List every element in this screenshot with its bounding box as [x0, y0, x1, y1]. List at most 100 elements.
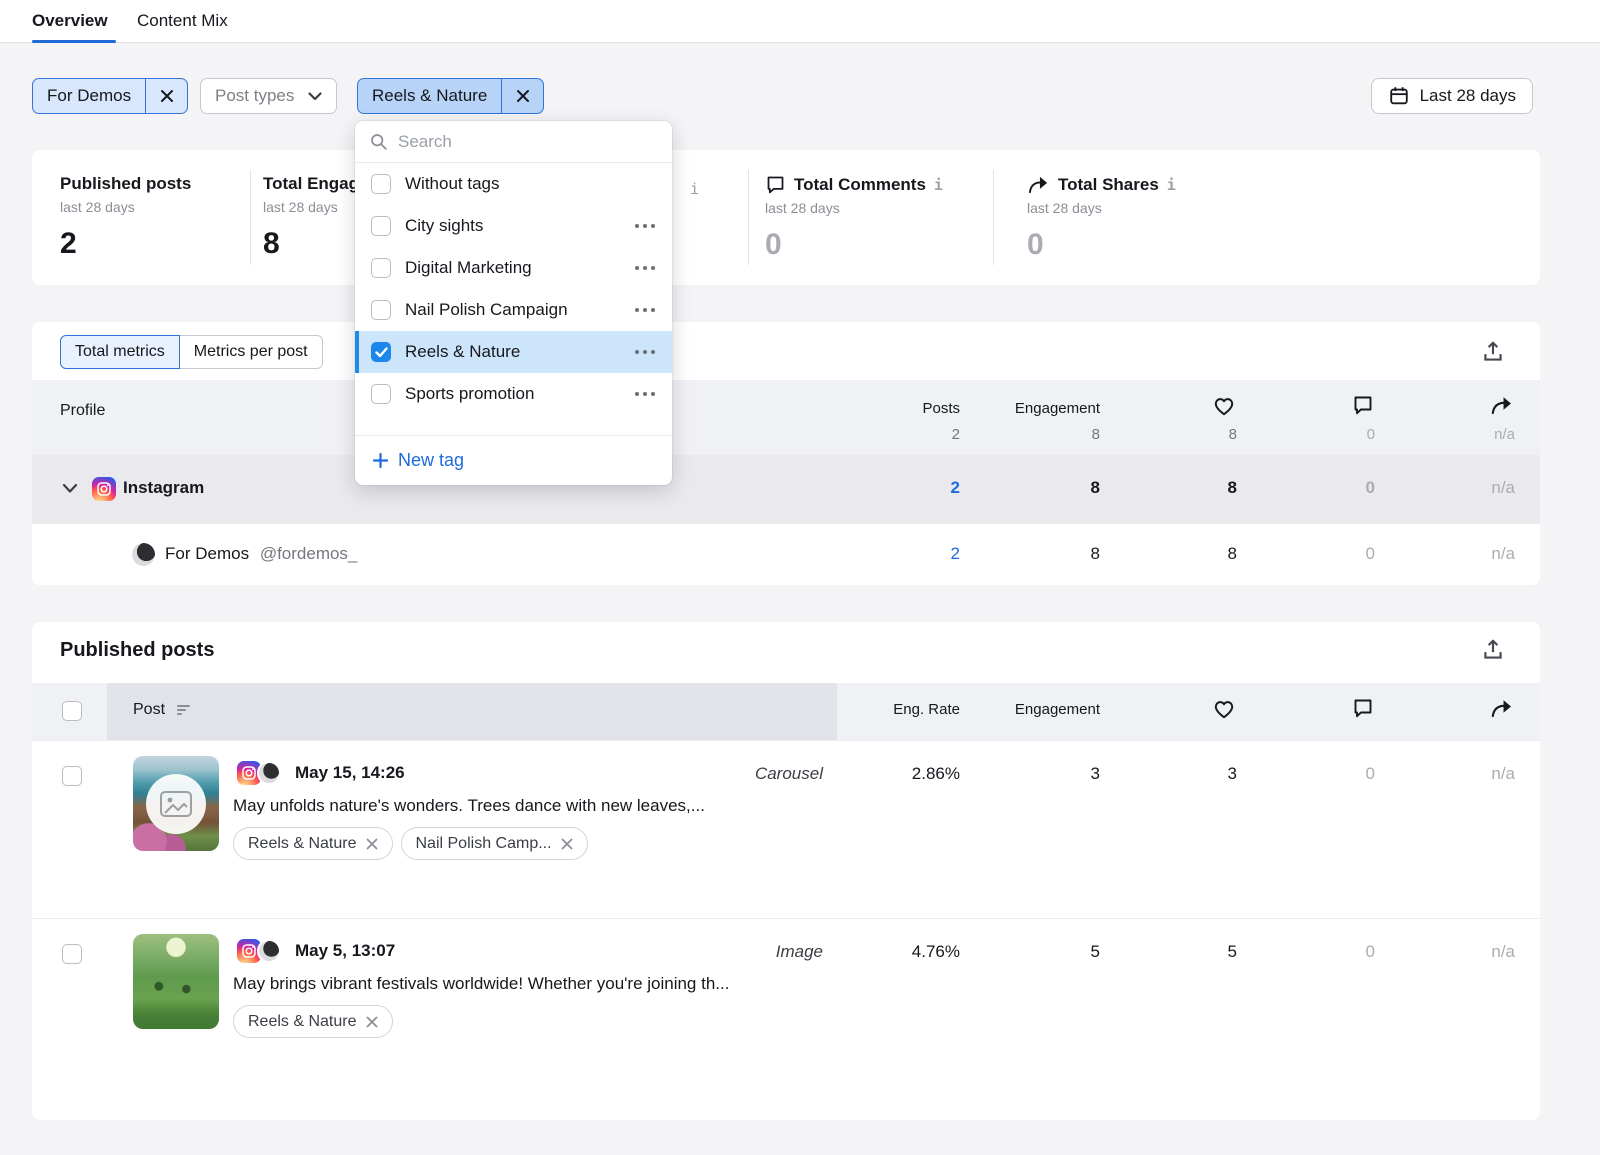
post-tags: Reels & Nature [233, 1005, 393, 1038]
comments-column-header[interactable] [1245, 393, 1375, 422]
avatar [257, 761, 281, 785]
engagement-total: 8 [970, 426, 1100, 443]
checkbox-unchecked[interactable] [371, 300, 391, 320]
export-icon[interactable] [1480, 339, 1506, 365]
checkbox-unchecked[interactable] [371, 216, 391, 236]
stat-title: Published posts [60, 174, 191, 194]
tag-pill: Reels & Nature [233, 827, 393, 860]
engagement-value: 8 [970, 544, 1100, 564]
more-options-icon[interactable] [634, 307, 656, 313]
post-date: May 15, 14:26 [295, 763, 405, 783]
date-range-button[interactable]: Last 28 days [1371, 78, 1533, 114]
likes-column-header[interactable] [1107, 696, 1237, 725]
post-checkbox[interactable] [62, 766, 82, 786]
metrics-toggle: Total metrics Metrics per post [60, 335, 323, 369]
remove-tag-icon[interactable] [366, 838, 378, 850]
post-types-dropdown[interactable]: Post types [200, 78, 337, 114]
close-icon [160, 89, 174, 103]
new-tag-button[interactable]: New tag [355, 435, 672, 485]
calendar-icon [1388, 85, 1410, 107]
stat-total-shares: Total Shares i last 28 days 0 [1027, 174, 1176, 262]
close-icon [516, 89, 530, 103]
posts-count-link[interactable]: 2 [830, 544, 960, 564]
avatar [132, 543, 155, 566]
share-icon [1027, 174, 1050, 195]
post-thumbnail[interactable] [133, 756, 219, 851]
comments-value: 0 [1245, 764, 1375, 784]
tag-pill-label: Nail Polish Camp... [416, 835, 552, 853]
dropdown-item-city-sights[interactable]: City sights [355, 205, 672, 247]
post-row[interactable]: May 5, 13:07 Image May brings vibrant fe… [32, 918, 1540, 1095]
tag-pill: Reels & Nature [233, 1005, 393, 1038]
checkbox-checked[interactable] [371, 342, 391, 362]
select-all-checkbox[interactable] [62, 701, 82, 721]
tag-pill-label: Reels & Nature [248, 835, 357, 853]
toggle-metrics-per-post[interactable]: Metrics per post [180, 335, 323, 369]
comments-column-header[interactable] [1245, 696, 1375, 725]
table-row-profile[interactable]: For Demos @fordemos_ 2 8 8 0 n/a [32, 523, 1540, 585]
search-input[interactable] [398, 132, 638, 152]
dropdown-item-label: City sights [405, 216, 483, 236]
stat-title-text: Total Shares [1058, 175, 1159, 195]
more-options-icon[interactable] [634, 265, 656, 271]
profile-filter-remove-button[interactable] [145, 79, 187, 113]
posts-column-header[interactable]: Posts [830, 400, 960, 417]
more-options-icon[interactable] [634, 223, 656, 229]
more-options-icon[interactable] [634, 391, 656, 397]
tag-pill: Nail Polish Camp... [401, 827, 588, 860]
post-row[interactable]: May 15, 14:26 Carousel May unfolds natur… [32, 740, 1540, 918]
plus-icon [373, 453, 388, 468]
profile-filter-chip[interactable]: For Demos [32, 78, 188, 114]
table-row-instagram-group[interactable]: Instagram 2 8 8 0 n/a [32, 455, 1540, 523]
engagement-value: 8 [970, 478, 1100, 498]
likes-value: 8 [1107, 478, 1237, 498]
dropdown-item-nail-polish-campaign[interactable]: Nail Polish Campaign [355, 289, 672, 331]
export-icon[interactable] [1480, 637, 1506, 663]
dropdown-item-without-tags[interactable]: Without tags [355, 163, 672, 205]
dropdown-item-sports-promotion[interactable]: Sports promotion [355, 373, 672, 415]
shares-column-header[interactable] [1385, 696, 1515, 725]
info-icon[interactable]: i [1167, 176, 1176, 194]
dropdown-item-list: Without tags City sights Digital Marketi… [355, 163, 672, 415]
info-icon[interactable]: i [934, 176, 943, 194]
info-icon[interactable]: i [690, 180, 699, 198]
profile-name-text: For Demos [165, 544, 249, 563]
posts-count-link[interactable]: 2 [830, 478, 960, 498]
dropdown-item-label: Digital Marketing [405, 258, 532, 278]
remove-tag-icon[interactable] [561, 838, 573, 850]
collapse-chevron-icon[interactable] [62, 483, 78, 494]
stat-title-text: Total Comments [794, 175, 926, 195]
stat-value: 0 [1027, 228, 1176, 262]
comments-value: 0 [1245, 544, 1375, 564]
tag-filter-label: Reels & Nature [358, 86, 501, 106]
remove-tag-icon[interactable] [366, 1016, 378, 1028]
eng-rate-value: 4.76% [830, 942, 960, 962]
metrics-table-header: Profile Posts Engagement 2 8 8 0 n/a [32, 380, 1540, 455]
post-column-header[interactable]: Post [133, 701, 192, 719]
post-type-label: Carousel [755, 764, 823, 784]
tag-filter-chip[interactable]: Reels & Nature [357, 78, 544, 114]
tag-filter-remove-button[interactable] [501, 79, 543, 113]
dropdown-item-digital-marketing[interactable]: Digital Marketing [355, 247, 672, 289]
shares-value: n/a [1385, 544, 1515, 564]
stat-subtitle: last 28 days [765, 200, 943, 216]
eng-rate-column-header[interactable]: Eng. Rate [830, 701, 960, 718]
post-thumbnail[interactable] [133, 934, 219, 1029]
shares-total: n/a [1385, 426, 1515, 443]
tab-overview[interactable]: Overview [32, 0, 108, 42]
post-checkbox[interactable] [62, 944, 82, 964]
checkbox-unchecked[interactable] [371, 174, 391, 194]
checkbox-unchecked[interactable] [371, 258, 391, 278]
tab-content-mix[interactable]: Content Mix [137, 0, 228, 42]
dropdown-item-reels-and-nature[interactable]: Reels & Nature [355, 331, 672, 373]
toggle-total-metrics[interactable]: Total metrics [60, 335, 180, 369]
published-posts-title: Published posts [60, 639, 214, 662]
engagement-column-header[interactable]: Engagement [970, 701, 1100, 718]
engagement-column-header[interactable]: Engagement [970, 400, 1100, 417]
likes-column-header[interactable] [1107, 393, 1237, 422]
checkbox-unchecked[interactable] [371, 384, 391, 404]
comment-icon [765, 174, 786, 195]
likes-value: 8 [1107, 544, 1237, 564]
shares-column-header[interactable] [1385, 393, 1515, 422]
more-options-icon[interactable] [634, 349, 656, 355]
